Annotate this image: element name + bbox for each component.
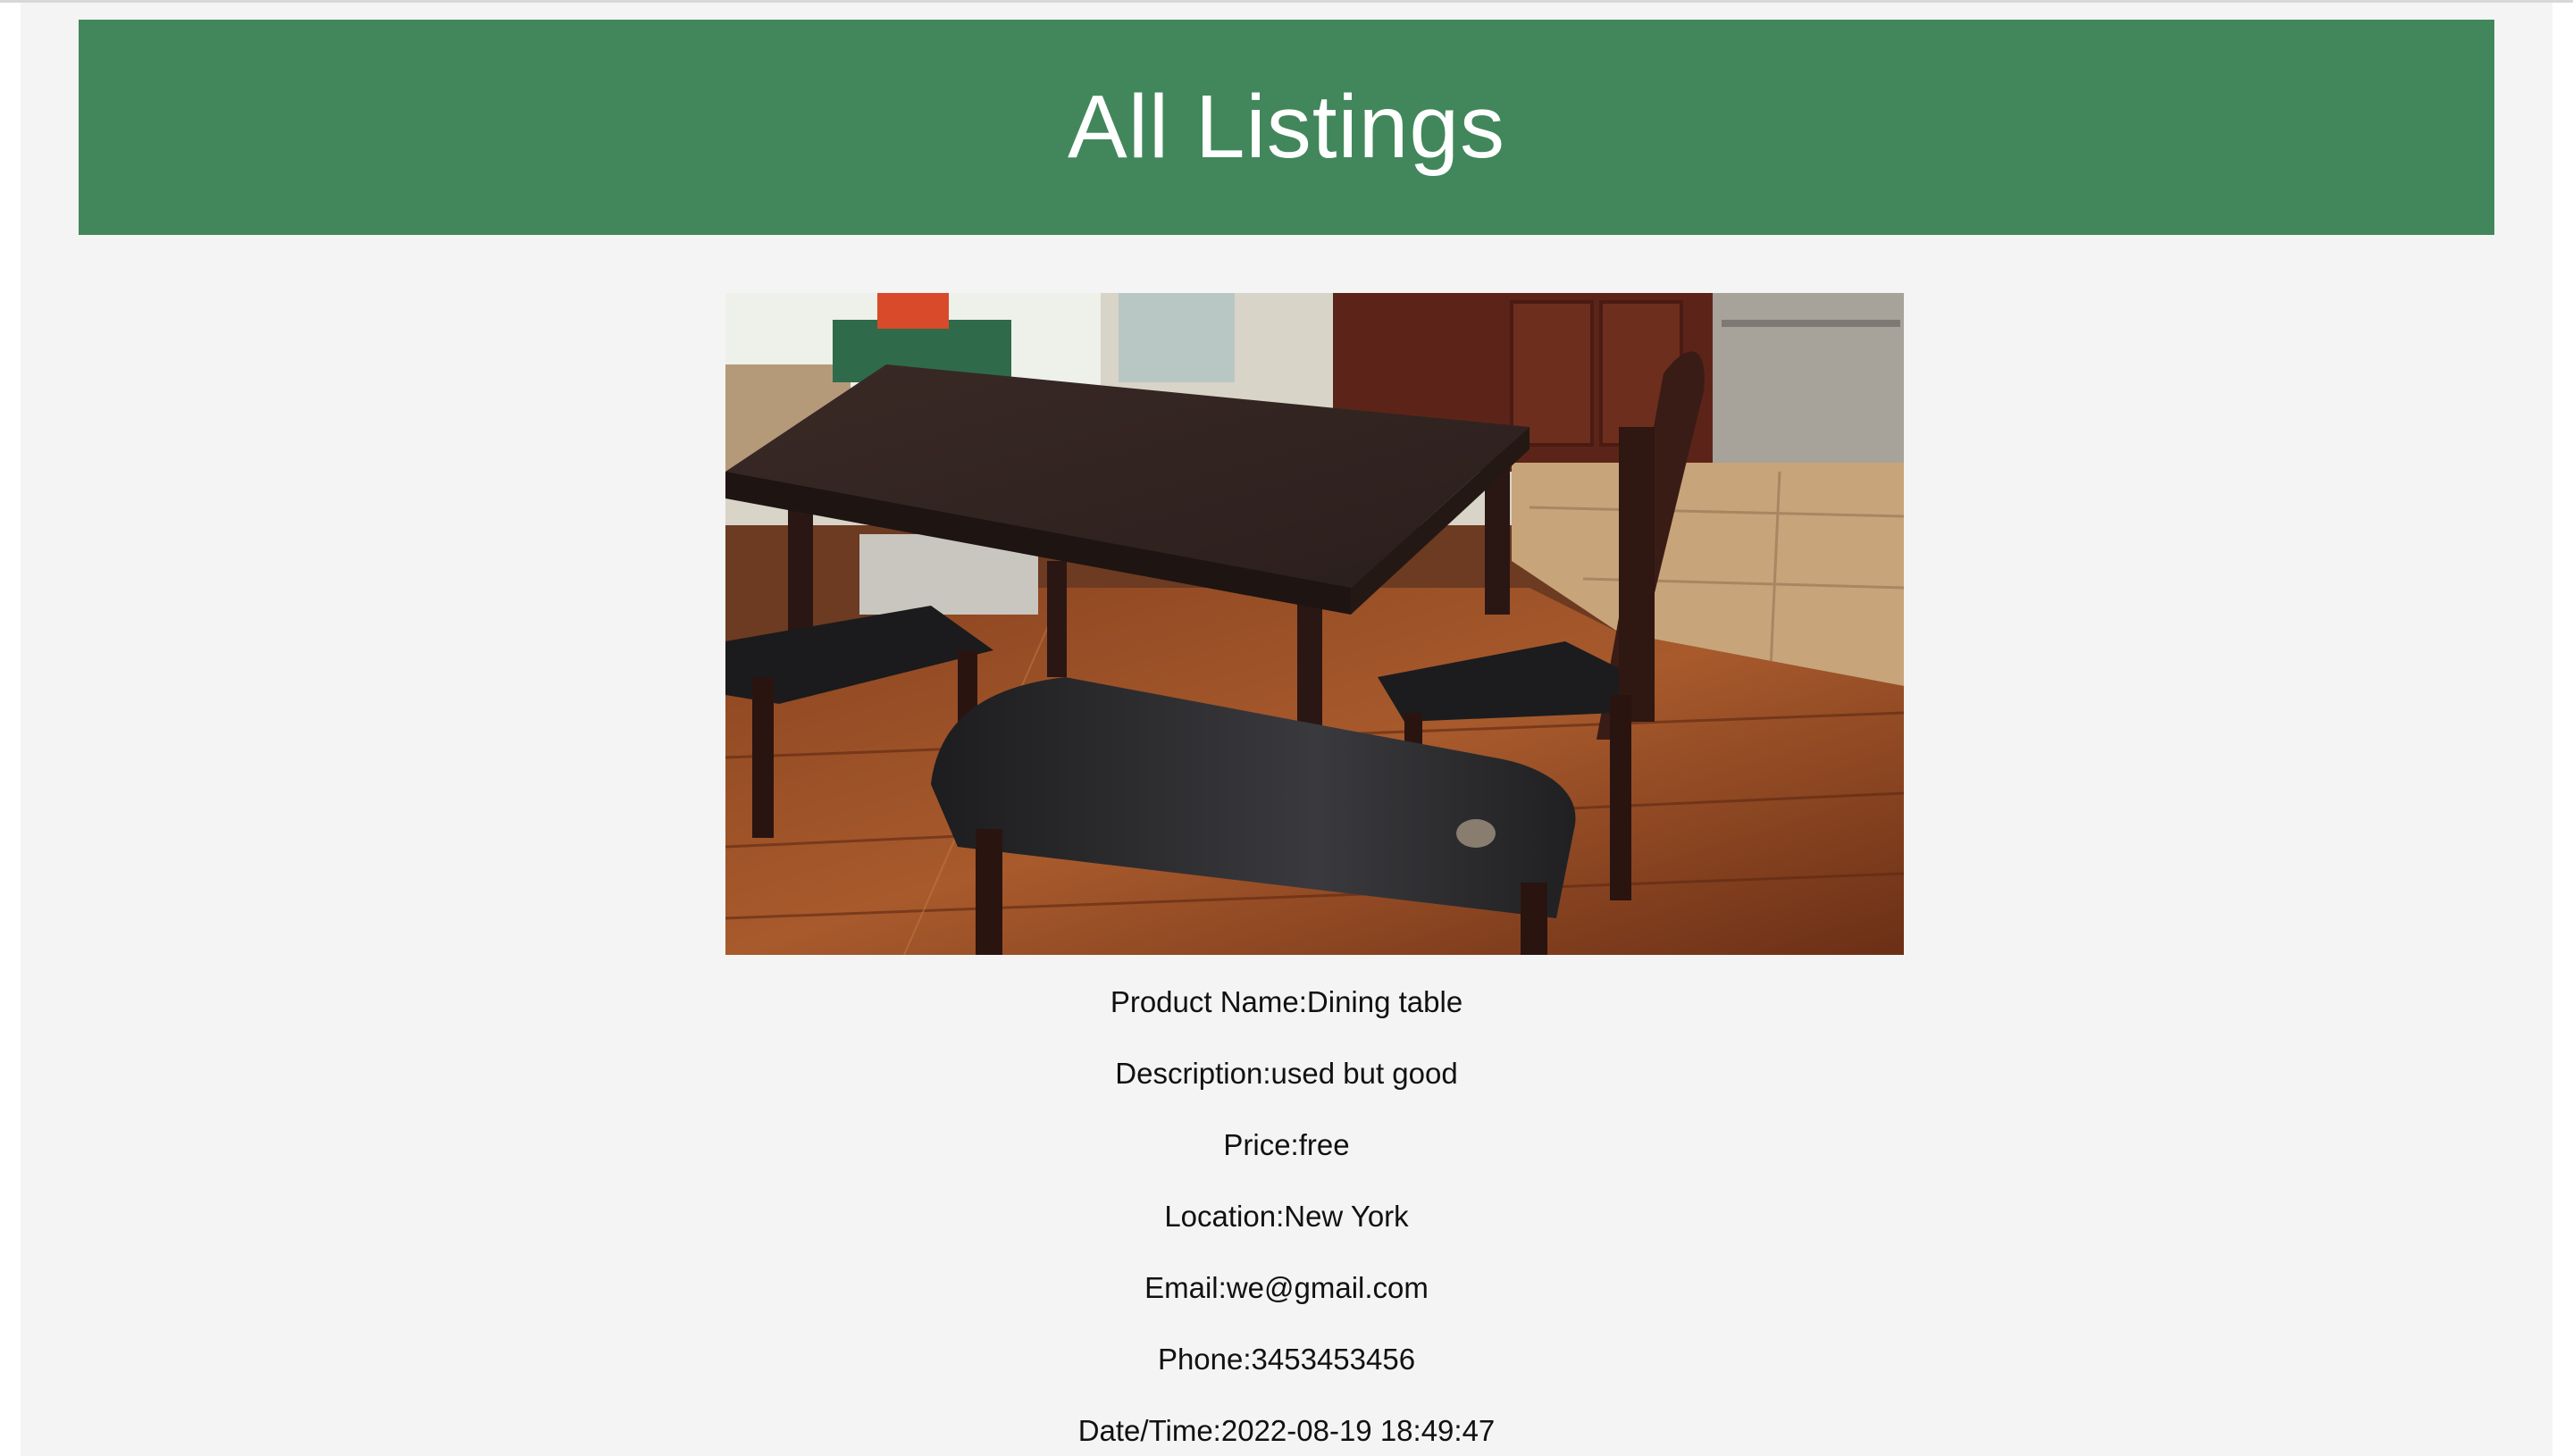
detail-product-name: Product Name:Dining table (21, 985, 2552, 1059)
detail-description: Description:used but good (21, 1059, 2552, 1131)
listing-photo (725, 293, 1904, 955)
page-header: All Listings (79, 20, 2494, 235)
detail-value: Dining table (1306, 985, 1463, 1018)
detail-value: 2022-08-19 18:49:47 (1220, 1414, 1496, 1447)
detail-value: New York (1284, 1200, 1409, 1233)
detail-datetime: Date/Time:2022-08-19 18:49:47 (21, 1414, 2552, 1456)
detail-phone: Phone:3453453456 (21, 1343, 2552, 1417)
listing-details: Product Name:Dining table Description:us… (21, 985, 2552, 1456)
detail-label: Description: (1115, 1057, 1271, 1090)
detail-label: Email: (1144, 1271, 1227, 1304)
detail-label: Date/Time: (1077, 1414, 1221, 1447)
detail-location: Location:New York (21, 1200, 2552, 1274)
detail-value: 3453453456 (1251, 1343, 1416, 1376)
detail-email: Email:we@gmail.com (21, 1271, 2552, 1345)
detail-value: free (1298, 1128, 1350, 1161)
detail-label: Product Name: (1110, 985, 1307, 1018)
detail-price: Price:free (21, 1128, 2552, 1202)
detail-label: Location: (1164, 1200, 1285, 1233)
page-container: All Listings Product Name:Dining table D… (21, 3, 2552, 1456)
detail-value: we@gmail.com (1226, 1271, 1429, 1304)
page-title: All Listings (1068, 77, 1505, 177)
detail-label: Price: (1223, 1128, 1299, 1161)
detail-value: used but good (1270, 1057, 1458, 1090)
detail-label: Phone: (1157, 1343, 1252, 1376)
